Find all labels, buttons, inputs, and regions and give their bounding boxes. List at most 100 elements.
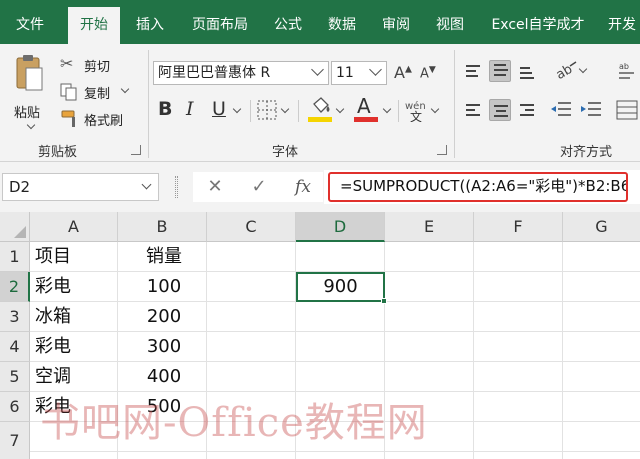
format-painter-label: 格式刷	[84, 114, 124, 129]
fill-color-swatch	[308, 117, 332, 122]
paste-button[interactable]: 粘贴	[8, 52, 52, 132]
align-center-button[interactable]	[489, 99, 511, 121]
tab-home[interactable]: 开始	[68, 7, 120, 44]
cell-b5[interactable]: 400	[118, 362, 210, 392]
column-header-e[interactable]: E	[385, 212, 474, 242]
cell-b1[interactable]: 销量	[146, 242, 182, 272]
bold-button[interactable]: B	[158, 98, 178, 122]
clipboard-group-label: 剪贴板	[38, 145, 78, 160]
ribbon-separator	[250, 100, 251, 122]
row-header-7[interactable]: 7	[0, 422, 30, 459]
name-box[interactable]: D2	[2, 173, 159, 201]
fill-color-dropdown-icon[interactable]	[335, 104, 345, 114]
gridline	[473, 242, 474, 459]
borders-dropdown-icon[interactable]	[280, 104, 290, 114]
shrink-font-button[interactable]: A▼	[420, 65, 442, 87]
shrink-font-icon: A	[420, 66, 429, 82]
tab-file[interactable]: 文件	[6, 7, 54, 44]
select-all-corner[interactable]	[0, 212, 30, 242]
row-header-4[interactable]: 4	[0, 332, 30, 362]
font-launcher-icon[interactable]	[437, 145, 447, 155]
copy-dropdown-icon[interactable]	[120, 84, 130, 94]
cell-d2[interactable]: 900	[296, 272, 385, 302]
font-size-select[interactable]: 11	[331, 61, 387, 85]
ribbon-tab-bar: 文件 开始 插入 页面布局 公式 数据 审阅 视图 Excel自学成才 开发	[0, 0, 640, 44]
tab-review[interactable]: 审阅	[374, 7, 418, 44]
worksheet-grid[interactable]: A B C D E F G 1 2 3 4 5 6 7 项目 销量 彩电 100…	[0, 212, 640, 459]
format-painter-icon	[61, 110, 75, 127]
row-header-3[interactable]: 3	[0, 302, 30, 332]
align-bottom-button[interactable]	[516, 60, 538, 82]
text-orientation-icon[interactable]: ab	[554, 60, 578, 82]
drag-handle-icon[interactable]	[175, 176, 178, 198]
paint-bucket-icon	[313, 97, 330, 113]
gridline	[30, 451, 640, 452]
column-header-f[interactable]: F	[474, 212, 563, 242]
increase-indent-icon[interactable]	[580, 100, 602, 120]
fill-color-button[interactable]	[306, 96, 336, 126]
align-bottom-icon	[520, 67, 534, 82]
svg-text:文: 文	[410, 109, 422, 122]
cell-b3[interactable]: 200	[118, 302, 210, 332]
underline-dropdown-icon[interactable]	[232, 104, 242, 114]
alignment-group-label: 对齐方式	[560, 145, 613, 160]
font-color-button[interactable]: A	[352, 94, 382, 126]
font-name-select[interactable]: 阿里巴巴普惠体 R	[153, 61, 329, 85]
borders-icon[interactable]	[256, 99, 278, 121]
merge-center-icon[interactable]	[616, 99, 638, 121]
enter-icon[interactable]: ✓	[244, 173, 274, 201]
align-right-button[interactable]	[516, 99, 538, 121]
row-header-1[interactable]: 1	[0, 242, 30, 272]
cell-b4[interactable]: 300	[118, 332, 210, 362]
formula-bar: D2 ✕ ✓ fx =SUMPRODUCT((A2:A6="彩电")*B2:B6…	[0, 162, 640, 212]
paste-label: 粘贴	[14, 106, 41, 121]
fill-handle[interactable]	[381, 298, 387, 304]
column-header-b[interactable]: B	[118, 212, 207, 242]
cell-a3[interactable]: 冰箱	[35, 302, 71, 332]
tab-developer[interactable]: 开发	[602, 7, 640, 44]
tab-insert[interactable]: 插入	[128, 7, 172, 44]
cell-a5[interactable]: 空调	[35, 362, 71, 392]
wrap-text-icon[interactable]: ab	[618, 60, 638, 82]
align-center-icon	[494, 105, 508, 120]
cell-a2[interactable]: 彩电	[35, 272, 71, 302]
format-painter-button[interactable]: 格式刷	[60, 108, 134, 130]
paste-dropdown-icon[interactable]	[26, 120, 36, 130]
row-header-5[interactable]: 5	[0, 362, 30, 392]
font-color-dropdown-icon[interactable]	[382, 104, 392, 114]
decrease-indent-icon[interactable]	[550, 100, 572, 120]
ribbon-separator	[454, 50, 455, 158]
column-header-d[interactable]: D	[296, 212, 385, 242]
align-right-icon	[520, 104, 534, 119]
orientation-dropdown-icon[interactable]	[578, 64, 588, 74]
insert-function-button[interactable]: fx	[288, 173, 318, 201]
italic-button[interactable]: I	[186, 98, 206, 122]
cell-b2[interactable]: 100	[118, 272, 210, 302]
cut-button[interactable]: ✂ 剪切	[60, 54, 124, 76]
underline-button[interactable]: U	[212, 98, 232, 122]
cell-a4[interactable]: 彩电	[35, 332, 71, 362]
tab-formulas[interactable]: 公式	[266, 7, 310, 44]
align-top-button[interactable]	[462, 60, 484, 82]
column-header-a[interactable]: A	[30, 212, 118, 242]
column-header-c[interactable]: C	[207, 212, 296, 242]
align-left-button[interactable]	[462, 99, 484, 121]
cell-a1[interactable]: 项目	[35, 242, 71, 272]
formula-input[interactable]: =SUMPRODUCT((A2:A6="彩电")*B2:B6)	[328, 172, 628, 202]
copy-button[interactable]: 复制	[60, 81, 134, 103]
clipboard-launcher-icon[interactable]	[131, 145, 141, 155]
ribbon-separator	[398, 100, 399, 122]
tab-page-layout[interactable]: 页面布局	[184, 7, 256, 44]
column-header-g[interactable]: G	[563, 212, 640, 242]
tab-excel-self-study[interactable]: Excel自学成才	[482, 7, 594, 44]
align-middle-button[interactable]	[489, 60, 511, 82]
chevron-down-icon[interactable]	[141, 179, 152, 190]
phonetic-dropdown-icon[interactable]	[430, 104, 440, 114]
phonetic-guide-icon[interactable]: wén 文	[404, 98, 430, 122]
tab-view[interactable]: 视图	[428, 7, 472, 44]
tab-data[interactable]: 数据	[320, 7, 364, 44]
grow-font-button[interactable]: A▲	[394, 63, 416, 85]
cancel-icon[interactable]: ✕	[200, 173, 230, 201]
row-header-2[interactable]: 2	[0, 272, 30, 302]
row-header-6[interactable]: 6	[0, 392, 30, 422]
